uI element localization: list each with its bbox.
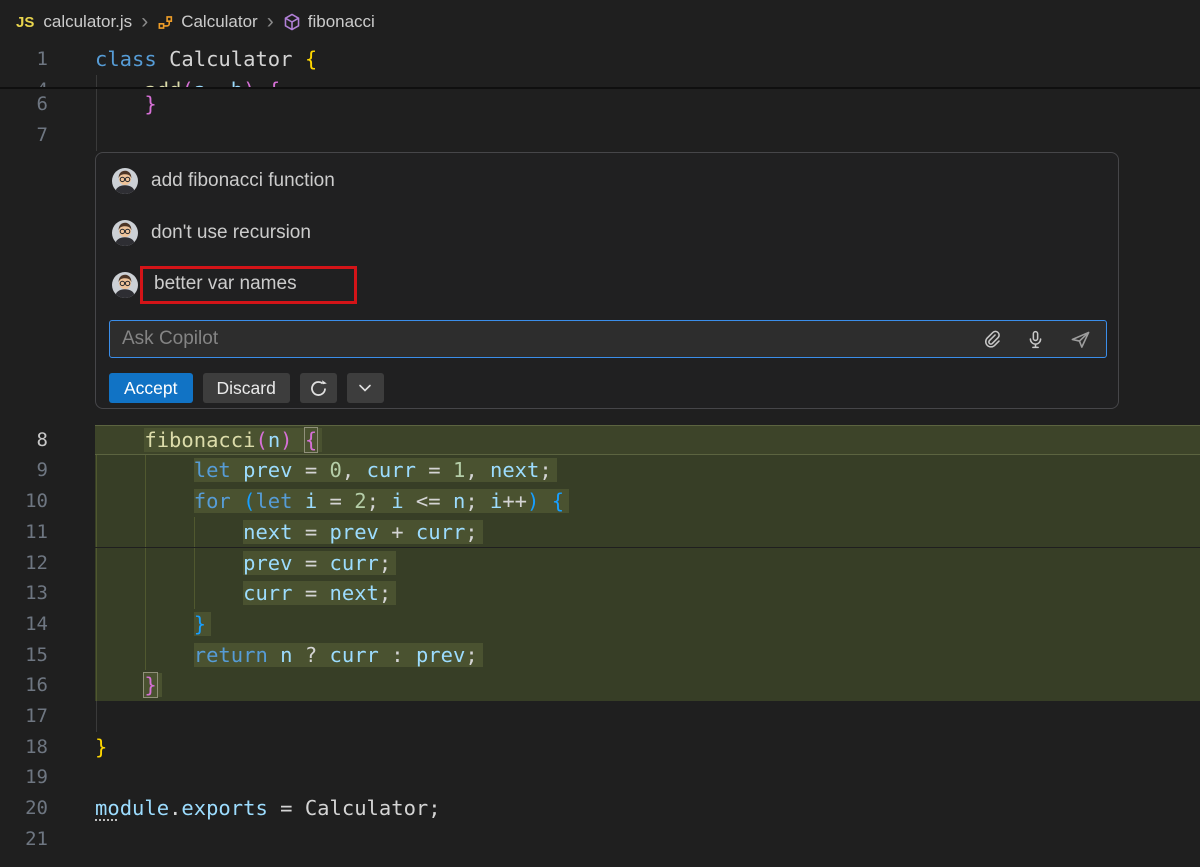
code-text: } [95,732,1200,763]
line-number[interactable]: 14 [0,609,48,640]
line-number[interactable]: 20 [0,793,48,824]
code-line[interactable]: 4 add(a, b) { [0,75,1200,89]
breadcrumb-file[interactable]: calculator.js [43,12,132,32]
code-text: next = prev + curr; [95,517,1200,548]
chevron-down-icon[interactable] [347,373,384,403]
breadcrumb-method[interactable]: fibonacci [308,12,375,32]
code-text: fibonacci(n) { [95,425,1200,456]
code-line[interactable]: 19 [0,762,1200,793]
line-number[interactable]: 17 [0,701,48,732]
symbol-method-icon [283,13,301,31]
line-number[interactable]: 4 [0,75,48,89]
code-line[interactable]: 14 } [0,609,1200,640]
chat-message-text: add fibonacci function [151,170,335,192]
paperclip-icon[interactable] [982,330,1001,349]
breadcrumb: JS calculator.js › Calculator › fibonacc… [0,0,1200,44]
indent-guide [96,120,97,151]
chat-message-text: better var names [154,273,297,295]
line-number[interactable]: 8 [0,425,48,456]
line-number[interactable]: 18 [0,732,48,763]
line-number[interactable]: 16 [0,670,48,701]
code-line[interactable]: 13 curr = next; [0,578,1200,609]
vscode-editor-window: JS calculator.js › Calculator › fibonacc… [0,0,1200,867]
code-line[interactable]: 8 fibonacci(n) { [0,425,1200,456]
chat-message: better var names [112,269,357,301]
code-text: return n ? curr : prev; [95,640,1200,671]
chevron-right-icon: › [267,11,274,32]
user-avatar-icon [112,272,138,298]
sticky-scroll[interactable]: 1class Calculator {4 add(a, b) { [0,44,1200,89]
code-text [95,824,1200,855]
code-text [95,701,1200,732]
line-number[interactable]: 11 [0,517,48,548]
user-avatar-icon [112,168,138,194]
code-text [95,762,1200,793]
line-number[interactable]: 13 [0,578,48,609]
refresh-icon[interactable] [300,373,337,403]
js-file-icon: JS [16,14,34,31]
code-text: prev = curr; [95,548,1200,579]
code-text: add(a, b) { [95,75,1200,89]
code-line[interactable]: 18} [0,732,1200,763]
indent-guide [96,701,97,732]
line-number[interactable]: 21 [0,824,48,855]
line-number[interactable]: 1 [0,44,48,75]
code-line[interactable]: 15 return n ? curr : prev; [0,640,1200,671]
code-text: module.exports = Calculator; [95,793,1200,824]
annotation-red-box: better var names [140,266,357,304]
code-line[interactable]: 7 [0,120,1200,151]
line-number[interactable]: 15 [0,640,48,671]
code-editor[interactable]: 6 }78 fibonacci(n) {9 let prev = 0, curr… [0,0,1200,867]
symbol-class-icon [157,14,174,31]
line-number[interactable]: 19 [0,762,48,793]
code-text: for (let i = 2; i <= n; i++) { [95,486,1200,517]
accept-button[interactable]: Accept [109,373,193,403]
line-number[interactable]: 9 [0,455,48,486]
code-line[interactable]: 11 next = prev + curr; [0,517,1200,548]
code-text: } [95,609,1200,640]
code-text: class Calculator { [95,44,1200,75]
ask-copilot-input[interactable] [110,328,982,350]
chat-input-box [109,320,1107,358]
line-number[interactable]: 6 [0,89,48,120]
code-line[interactable]: 9 let prev = 0, curr = 1, next; [0,455,1200,486]
user-avatar-icon [112,220,138,246]
line-number[interactable]: 10 [0,486,48,517]
chevron-right-icon: › [141,11,148,32]
code-line[interactable]: 17 [0,701,1200,732]
send-icon[interactable] [1070,329,1091,350]
code-line[interactable]: 6 } [0,89,1200,120]
discard-button[interactable]: Discard [203,373,290,403]
code-line[interactable]: 20 module.exports = Calculator; [0,793,1200,824]
line-number[interactable]: 12 [0,548,48,579]
code-text: let prev = 0, curr = 1, next; [95,455,1200,486]
code-text: } [95,89,1200,120]
code-line[interactable]: 1 class Calculator { [0,44,1200,75]
chat-actions: Accept Discard [109,373,384,403]
code-line[interactable]: 16 } [0,670,1200,701]
chat-message-text: don't use recursion [151,222,311,244]
line-number[interactable]: 7 [0,120,48,151]
chat-message: add fibonacci function [112,165,335,197]
breadcrumb-class[interactable]: Calculator [181,12,258,32]
code-text: } [95,670,1200,701]
code-text [95,120,1200,151]
code-line[interactable]: 21 [0,824,1200,855]
chat-message: don't use recursion [112,217,311,249]
code-text: curr = next; [95,578,1200,609]
code-line[interactable]: 10 for (let i = 2; i <= n; i++) { [0,486,1200,517]
microphone-icon[interactable] [1026,330,1045,349]
code-line[interactable]: 12 prev = curr; [0,548,1200,579]
copilot-inline-chat: add fibonacci function don't use recursio… [95,152,1119,409]
